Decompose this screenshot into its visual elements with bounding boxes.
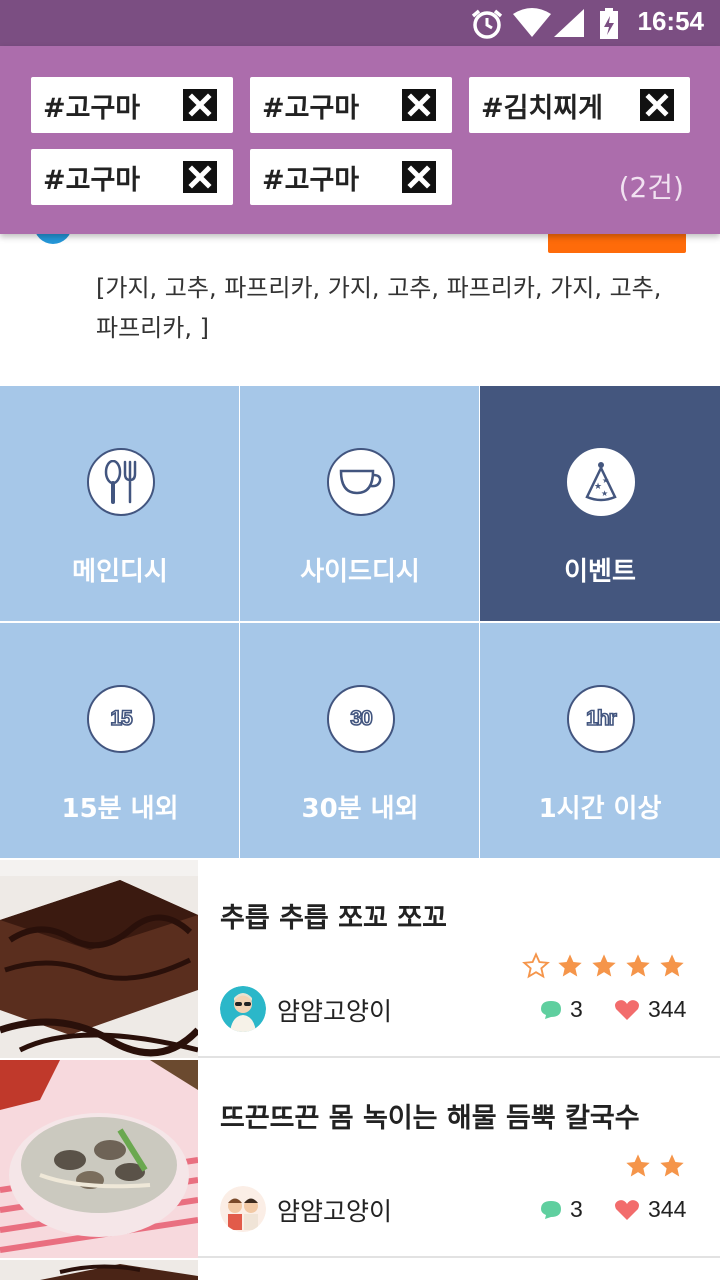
category-15min[interactable]: 15 15분 내외: [0, 623, 240, 859]
like-count[interactable]: 344: [614, 996, 686, 1023]
signal-icon: [554, 9, 584, 37]
category-label: 이벤트: [564, 557, 636, 587]
clock-15-icon: 15: [87, 685, 155, 753]
tag-chip[interactable]: #고구마: [250, 77, 452, 133]
like-count-value: 344: [648, 996, 687, 1022]
star-filled-icon: [660, 1154, 684, 1177]
recipe-card[interactable]: 뜨끈뜨끈 몸 녹이는 해물 듬뿍 칼국수 얌얌고양이 3 344: [0, 1060, 720, 1258]
previous-recipe-card[interactable]: [가지, 고추, 파프리카, 가지, 고추, 파프리카, 가지, 고추, 파프리…: [0, 210, 720, 386]
clock-1hr-icon: 1hr: [567, 685, 635, 753]
category-main-dish[interactable]: 메인디시: [0, 386, 240, 622]
category-label: 메인디시: [72, 557, 168, 587]
recipe-thumbnail: [0, 860, 198, 1058]
alarm-icon: [471, 9, 503, 39]
badge-text: 1hr: [585, 706, 617, 731]
close-icon[interactable]: [183, 161, 217, 193]
star-filled-icon: [626, 1154, 650, 1177]
recipe-card[interactable]: [0, 1260, 720, 1280]
close-icon[interactable]: [402, 89, 436, 121]
heart-icon: [615, 1199, 639, 1220]
comment-count-value: 3: [570, 1196, 583, 1222]
close-icon[interactable]: [640, 89, 674, 121]
category-label: 15분 내외: [61, 794, 179, 824]
close-icon[interactable]: [402, 161, 436, 193]
category-label: 30분 내외: [301, 794, 419, 824]
recipe-title: 추릅 추릅 쪼꼬 쪼꼬: [220, 903, 447, 934]
star-filled-icon: [592, 954, 616, 977]
star-filled-icon: [660, 954, 684, 977]
category-1hour[interactable]: 1hr 1시간 이상: [480, 623, 720, 859]
comment-count[interactable]: 3: [540, 996, 583, 1023]
tag-label: #고구마: [262, 92, 360, 124]
category-30min[interactable]: 30 30분 내외: [240, 623, 480, 859]
svg-text:★: ★: [602, 476, 609, 485]
ingredients-text: [가지, 고추, 파프리카, 가지, 고추, 파프리카, 가지, 고추, 파프리…: [96, 274, 662, 342]
tag-filter-bar: #고구마 #고구마 #김치찌게 #고구마 #고구마 (2건): [0, 46, 720, 234]
tag-label: #고구마: [262, 164, 360, 196]
tag-chip[interactable]: #김치찌게: [469, 77, 690, 133]
badge-text: 15: [109, 706, 133, 731]
category-side-dish[interactable]: 사이드디시: [240, 386, 480, 622]
comment-bubble-icon: [541, 1000, 561, 1019]
author-name: 얌얌고양이: [277, 997, 393, 1026]
badge-text: 30: [349, 706, 373, 731]
recipe-thumbnail: [0, 1260, 198, 1280]
category-event[interactable]: ★ ★ ★ 이벤트: [480, 386, 720, 622]
tag-chip[interactable]: #고구마: [31, 77, 233, 133]
category-label: 1시간 이상: [538, 794, 662, 824]
author-name: 얌얌고양이: [277, 1197, 393, 1226]
party-hat-icon: ★ ★ ★: [567, 448, 635, 516]
tag-chip[interactable]: #고구마: [31, 149, 233, 205]
wifi-icon: [513, 8, 551, 37]
heart-icon: [615, 999, 639, 1020]
tag-label: #김치찌게: [481, 92, 603, 124]
star-empty-icon: [522, 952, 550, 979]
avatar[interactable]: [220, 1186, 266, 1232]
result-count: (2건): [618, 171, 684, 204]
recipe-card[interactable]: 추릅 추릅 쪼꼬 쪼꼬 얌얌고양이 3 344: [0, 860, 720, 1058]
category-label: 사이드디시: [300, 557, 420, 587]
status-time: 16:54: [637, 6, 705, 36]
tag-label: #고구마: [43, 164, 141, 196]
recipe-thumbnail: [0, 1060, 198, 1258]
close-icon[interactable]: [183, 89, 217, 121]
recipe-title: 뜨끈뜨끈 몸 녹이는 해물 듬뿍 칼국수: [220, 1103, 640, 1134]
svg-text:★: ★: [601, 489, 608, 498]
star-filled-icon: [626, 954, 650, 977]
category-grid: 메인디시 사이드디시 ★ ★ ★ 이벤트 15 15분 내외 30 30분 내외…: [0, 386, 720, 860]
status-bar: 16:54: [0, 0, 720, 46]
like-count-value: 344: [648, 1196, 687, 1222]
clock-30-icon: 30: [327, 685, 395, 753]
tag-chip[interactable]: #고구마: [250, 149, 452, 205]
star-filled-icon: [558, 954, 582, 977]
utensils-icon: [87, 448, 155, 516]
battery-charging-icon: [600, 8, 618, 39]
rating-stars: [624, 1152, 686, 1180]
rating-stars: [522, 952, 686, 980]
comment-count-value: 3: [570, 996, 583, 1022]
like-count[interactable]: 344: [614, 1196, 686, 1223]
avatar[interactable]: [220, 986, 266, 1032]
comment-count[interactable]: 3: [540, 1196, 583, 1223]
cup-icon: [327, 448, 395, 516]
comment-bubble-icon: [541, 1200, 561, 1219]
tag-label: #고구마: [43, 92, 141, 124]
